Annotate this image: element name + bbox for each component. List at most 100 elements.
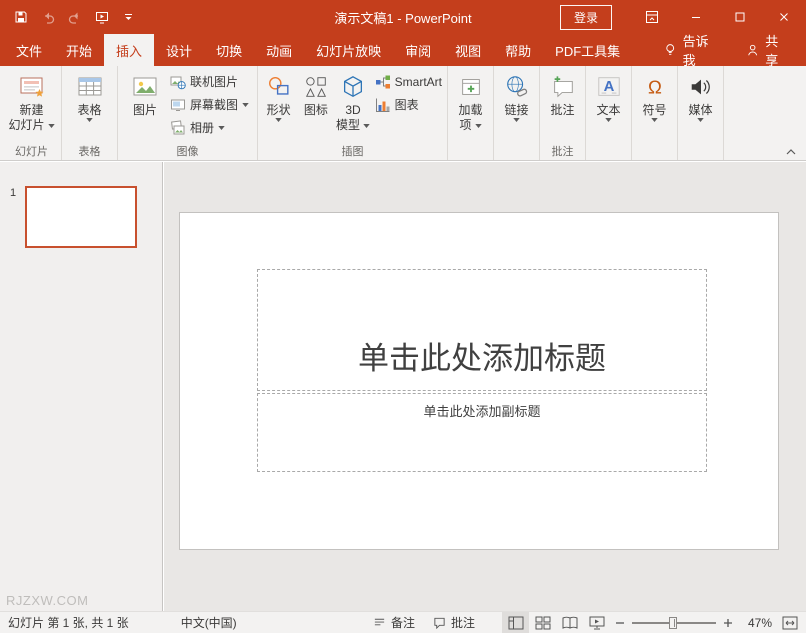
speaker-icon	[691, 79, 710, 95]
group-label-links	[496, 143, 537, 160]
slide-editing-area[interactable]: 单击此处添加标题 单击此处添加副标题	[179, 212, 779, 550]
maximize-button[interactable]	[718, 0, 762, 34]
undo-button[interactable]	[35, 4, 60, 30]
media-button[interactable]: 媒体	[682, 68, 720, 122]
zoom-out-button[interactable]	[610, 612, 630, 633]
comment-bubble-icon	[434, 617, 445, 629]
new-comment-label: 批注	[550, 103, 575, 117]
powerpoint-window: { "colors": { "accent": "#C43E1C", "ribb…	[0, 0, 806, 633]
new-slide-button[interactable]: 新建 幻灯片	[5, 68, 59, 133]
save-icon	[15, 11, 26, 23]
ribbon-group-tables: 表格 表格	[62, 66, 118, 160]
titlebar: 演示文稿1 - PowerPoint 登录	[0, 0, 806, 34]
shapes-button[interactable]: 形状	[260, 68, 297, 122]
zoom-slider[interactable]	[632, 612, 716, 633]
symbols-button[interactable]: Ω 符号	[636, 68, 674, 122]
table-button[interactable]: 表格	[68, 68, 112, 122]
group-label-tables: 表格	[78, 146, 101, 158]
normal-view-icon	[508, 616, 523, 629]
start-slideshow-button[interactable]	[89, 4, 114, 30]
tab-design[interactable]: 设计	[154, 34, 204, 66]
save-button[interactable]	[8, 4, 33, 30]
group-label-slides: 幻灯片	[15, 146, 48, 158]
tab-pdf-tools[interactable]: PDF工具集	[543, 34, 632, 66]
slideshow-view-button[interactable]	[583, 612, 610, 633]
zoom-slider-thumb[interactable]	[668, 616, 677, 629]
photo-album-icon	[171, 119, 185, 134]
quick-access-toolbar	[0, 4, 141, 30]
status-bar-right: 备注 批注 47%	[364, 612, 806, 633]
plus-icon	[724, 618, 732, 627]
normal-view-button[interactable]	[502, 612, 529, 633]
slide-1-thumbnail[interactable]	[25, 186, 138, 248]
screenshot-button[interactable]: 屏幕截图	[167, 94, 252, 115]
links-button[interactable]: 链接	[498, 68, 536, 122]
pictures-button[interactable]: 图片	[123, 68, 167, 118]
fit-slide-to-window-button[interactable]	[776, 612, 804, 633]
tab-transitions[interactable]: 切换	[204, 34, 254, 66]
ribbon-group-comments: 批注 批注	[540, 66, 586, 160]
icons-button[interactable]: 图标	[297, 68, 334, 118]
subtitle-placeholder[interactable]: 单击此处添加副标题	[257, 393, 707, 472]
tab-help[interactable]: 帮助	[493, 34, 543, 66]
group-label-text	[588, 143, 629, 160]
illustrations-small-buttons: SmartArt 图表	[372, 68, 445, 115]
tab-home[interactable]: 开始	[54, 34, 104, 66]
smartart-button[interactable]: SmartArt	[372, 71, 445, 92]
ribbon-display-options-button[interactable]	[630, 0, 674, 34]
chevron-down-icon	[242, 102, 249, 107]
reading-view-button[interactable]	[556, 612, 583, 633]
titlebar-controls: 登录	[559, 0, 806, 34]
slideshow-view-icon	[589, 616, 604, 629]
online-pictures-button[interactable]: 联机图片	[167, 71, 252, 92]
ribbon-group-illustrations: 形状 图标 3D 模型 SmartArt 图表 插图	[258, 66, 448, 160]
tab-file[interactable]: 文件	[4, 34, 54, 66]
images-small-buttons: 联机图片 屏幕截图 相册	[167, 68, 252, 138]
close-icon	[780, 13, 788, 21]
3d-models-button[interactable]: 3D 模型	[334, 68, 371, 133]
photo-album-button[interactable]: 相册	[167, 117, 252, 138]
addins-button[interactable]: 加载 项	[452, 68, 490, 133]
text-button[interactable]: A 文本	[590, 68, 628, 122]
tab-insert[interactable]: 插入	[104, 34, 155, 66]
language-status[interactable]: 中文(中国)	[181, 614, 237, 631]
slide-sorter-button[interactable]	[529, 612, 556, 633]
tab-view[interactable]: 视图	[443, 34, 493, 66]
login-button[interactable]: 登录	[559, 4, 612, 30]
ribbon-group-text: A 文本	[586, 66, 632, 160]
chevron-down-icon	[363, 123, 370, 128]
smartart-icon	[375, 75, 390, 88]
smartart-label: SmartArt	[394, 74, 442, 89]
chevron-down-icon	[275, 118, 282, 122]
tell-me-button[interactable]: 告诉我	[654, 34, 730, 68]
collapse-ribbon-button[interactable]	[786, 149, 796, 155]
zoom-in-button[interactable]	[718, 612, 738, 633]
comments-button[interactable]: 批注	[424, 612, 484, 633]
customize-qat-button[interactable]	[116, 4, 141, 30]
group-label-illustrations: 插图	[341, 146, 364, 158]
addins-label-1: 加载	[458, 103, 483, 117]
new-comment-button[interactable]: 批注	[544, 68, 582, 118]
group-label-comments: 批注	[551, 146, 574, 158]
notes-icon	[374, 618, 385, 626]
omega-icon: Ω	[648, 77, 662, 98]
close-button[interactable]	[762, 0, 806, 34]
ribbon-tabs: 文件 开始 插入 设计 切换 动画 幻灯片放映 审阅 视图 帮助 PDF工具集 …	[0, 34, 806, 68]
chart-button[interactable]: 图表	[372, 94, 445, 115]
undo-icon	[44, 12, 54, 24]
chevron-down-icon	[86, 118, 93, 122]
redo-button[interactable]	[62, 4, 87, 30]
tab-slide-show[interactable]: 幻灯片放映	[304, 34, 393, 66]
chevron-down-icon	[218, 125, 225, 130]
minimize-button[interactable]	[674, 0, 718, 34]
zoom-percentage[interactable]: 47%	[738, 616, 776, 630]
tab-animations[interactable]: 动画	[254, 34, 304, 66]
symbols-label: 符号	[642, 103, 667, 117]
chevron-down-icon	[474, 123, 482, 128]
tab-review[interactable]: 审阅	[393, 34, 443, 66]
title-placeholder[interactable]: 单击此处添加标题	[257, 269, 707, 391]
minimize-icon	[692, 17, 700, 18]
fit-to-window-icon	[782, 616, 798, 629]
notes-button[interactable]: 备注	[364, 612, 424, 633]
share-button[interactable]: 共享	[730, 34, 806, 68]
